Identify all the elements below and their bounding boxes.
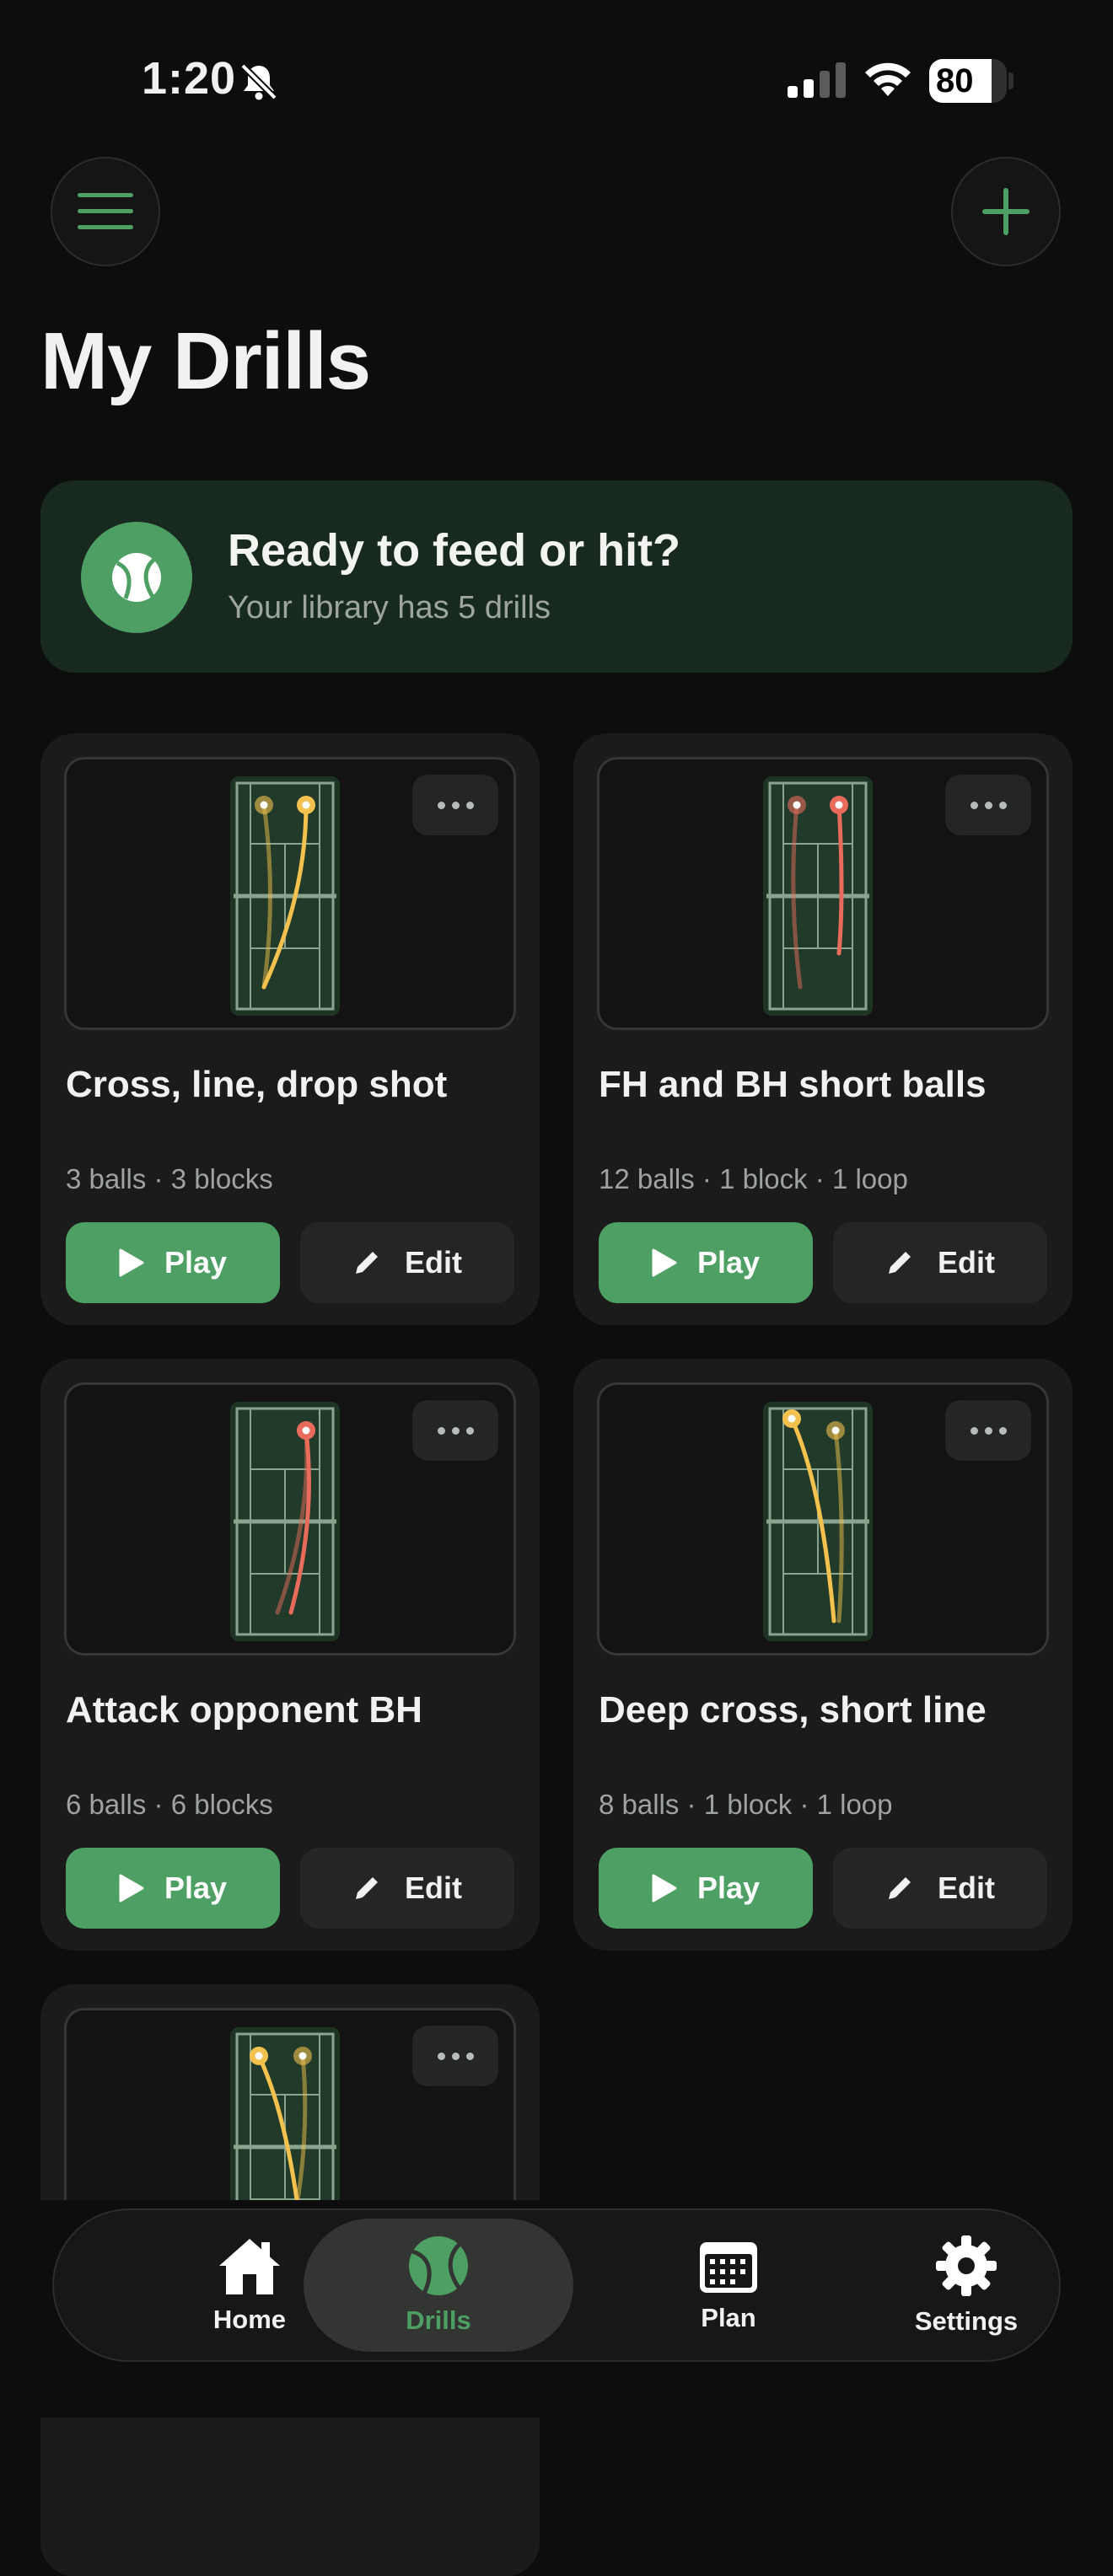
edit-button-label: Edit — [938, 1870, 995, 1905]
ellipsis-icon — [437, 1426, 445, 1435]
more-options-button[interactable] — [945, 775, 1031, 835]
battery-indicator: 80 — [929, 59, 1007, 103]
ellipsis-dot — [984, 801, 992, 809]
ellipsis-dot — [451, 801, 460, 809]
drill-preview[interactable] — [597, 1382, 1049, 1656]
court-diagram — [230, 776, 340, 1016]
drill-card[interactable]: Deep cross, short line 8 balls · 1 block … — [573, 1359, 1073, 1951]
home-icon — [219, 2239, 280, 2294]
drill-meta: 3 balls · 3 blocks — [66, 1163, 273, 1194]
drill-card[interactable]: Cross, line, drop shot 3 balls · 3 blocks… — [40, 733, 540, 1325]
tab-plan[interactable]: Plan — [602, 2210, 855, 2360]
play-button-label: Play — [696, 1245, 761, 1280]
ellipsis-dot — [998, 801, 1007, 809]
ready-banner: Ready to feed or hit? Your library has 5… — [40, 480, 1073, 673]
court-diagram — [230, 1402, 340, 1641]
status-time: 1:20 — [142, 53, 237, 104]
more-options-button[interactable] — [412, 1400, 498, 1461]
page-title: My Drills — [40, 316, 371, 406]
drill-card[interactable]: FH and BH short balls 12 balls · 1 block … — [573, 733, 1073, 1325]
ellipsis-dot — [465, 2052, 474, 2060]
play-icon — [652, 1874, 677, 1902]
edit-button[interactable]: Edit — [833, 1222, 1047, 1303]
more-options-button[interactable] — [412, 2026, 498, 2086]
tab-settings[interactable]: Settings — [840, 2210, 1093, 2360]
wifi-icon — [865, 62, 911, 96]
play-button-label: Play — [164, 1245, 228, 1280]
drill-meta: 8 balls · 1 block · 1 loop — [599, 1789, 893, 1820]
drill-meta: 6 balls · 6 blocks — [66, 1789, 273, 1820]
calendar-icon — [700, 2242, 757, 2293]
more-options-button[interactable] — [945, 1400, 1031, 1461]
play-icon — [119, 1874, 144, 1902]
edit-button[interactable]: Edit — [300, 1222, 514, 1303]
play-button-label: Play — [696, 1870, 761, 1905]
play-button[interactable]: Play — [66, 1848, 280, 1929]
pencil-icon — [356, 1252, 378, 1274]
drill-preview[interactable] — [64, 757, 516, 1030]
edit-button-label: Edit — [405, 1245, 462, 1280]
tab-plan-label: Plan — [701, 2303, 756, 2332]
play-button[interactable]: Play — [599, 1222, 813, 1303]
banner-tennis-ball-icon — [81, 522, 192, 633]
ellipsis-dot — [998, 1426, 1007, 1435]
edit-button-label: Edit — [405, 1870, 462, 1905]
banner-subtitle: Your library has 5 drills — [228, 590, 551, 625]
ellipsis-dot — [465, 801, 474, 809]
ellipsis-icon — [970, 801, 978, 809]
court-diagram — [763, 1402, 873, 1641]
drill-card[interactable]: Attack opponent BH 6 balls · 6 blocks Play… — [40, 1359, 540, 1951]
ellipsis-dot — [465, 1426, 474, 1435]
plus-icon — [982, 188, 1030, 235]
more-options-button[interactable] — [412, 775, 498, 835]
tab-settings-label: Settings — [914, 2306, 1019, 2336]
edit-button-label: Edit — [938, 1245, 995, 1280]
play-button-label: Play — [164, 1870, 228, 1905]
pencil-icon — [356, 1877, 378, 1899]
tab-drills-label: Drills — [406, 2305, 471, 2335]
pencil-icon — [889, 1252, 911, 1274]
court-diagram — [763, 776, 873, 1016]
gear-icon — [936, 2235, 997, 2296]
ellipsis-icon — [437, 2052, 445, 2060]
add-drill-button[interactable] — [951, 157, 1061, 266]
battery-percent: 80 — [936, 62, 974, 99]
edit-button[interactable]: Edit — [833, 1848, 1047, 1929]
menu-button[interactable] — [51, 157, 160, 266]
drill-title: Cross, line, drop shot — [66, 1064, 448, 1105]
cellular-signal-icon — [788, 62, 846, 98]
play-icon — [652, 1248, 677, 1277]
play-icon — [119, 1248, 144, 1277]
drill-title: FH and BH short balls — [599, 1064, 987, 1105]
tab-home-label: Home — [212, 2305, 287, 2334]
hamburger-menu-icon — [78, 193, 133, 229]
ellipsis-dot — [451, 2052, 460, 2060]
drill-preview[interactable] — [64, 1382, 516, 1656]
battery-cap — [1008, 72, 1014, 89]
drill-title: Deep cross, short line — [599, 1689, 987, 1731]
ellipsis-icon — [437, 801, 445, 809]
ellipsis-dot — [451, 1426, 460, 1435]
drill-title: Attack opponent BH — [66, 1689, 422, 1731]
tennis-ball-icon — [409, 2236, 468, 2295]
banner-title: Ready to feed or hit? — [228, 525, 681, 576]
drill-preview[interactable] — [597, 757, 1049, 1030]
bell-muted-icon — [240, 63, 277, 100]
play-button[interactable]: Play — [599, 1848, 813, 1929]
tab-bar: Home Drills Plan Settings — [52, 2208, 1061, 2362]
drill-meta: 12 balls · 1 block · 1 loop — [599, 1163, 908, 1194]
ellipsis-icon — [970, 1426, 978, 1435]
play-button[interactable]: Play — [66, 1222, 280, 1303]
ellipsis-dot — [984, 1426, 992, 1435]
edit-button[interactable]: Edit — [300, 1848, 514, 1929]
tab-drills[interactable]: Drills — [304, 2219, 573, 2352]
pencil-icon — [889, 1877, 911, 1899]
